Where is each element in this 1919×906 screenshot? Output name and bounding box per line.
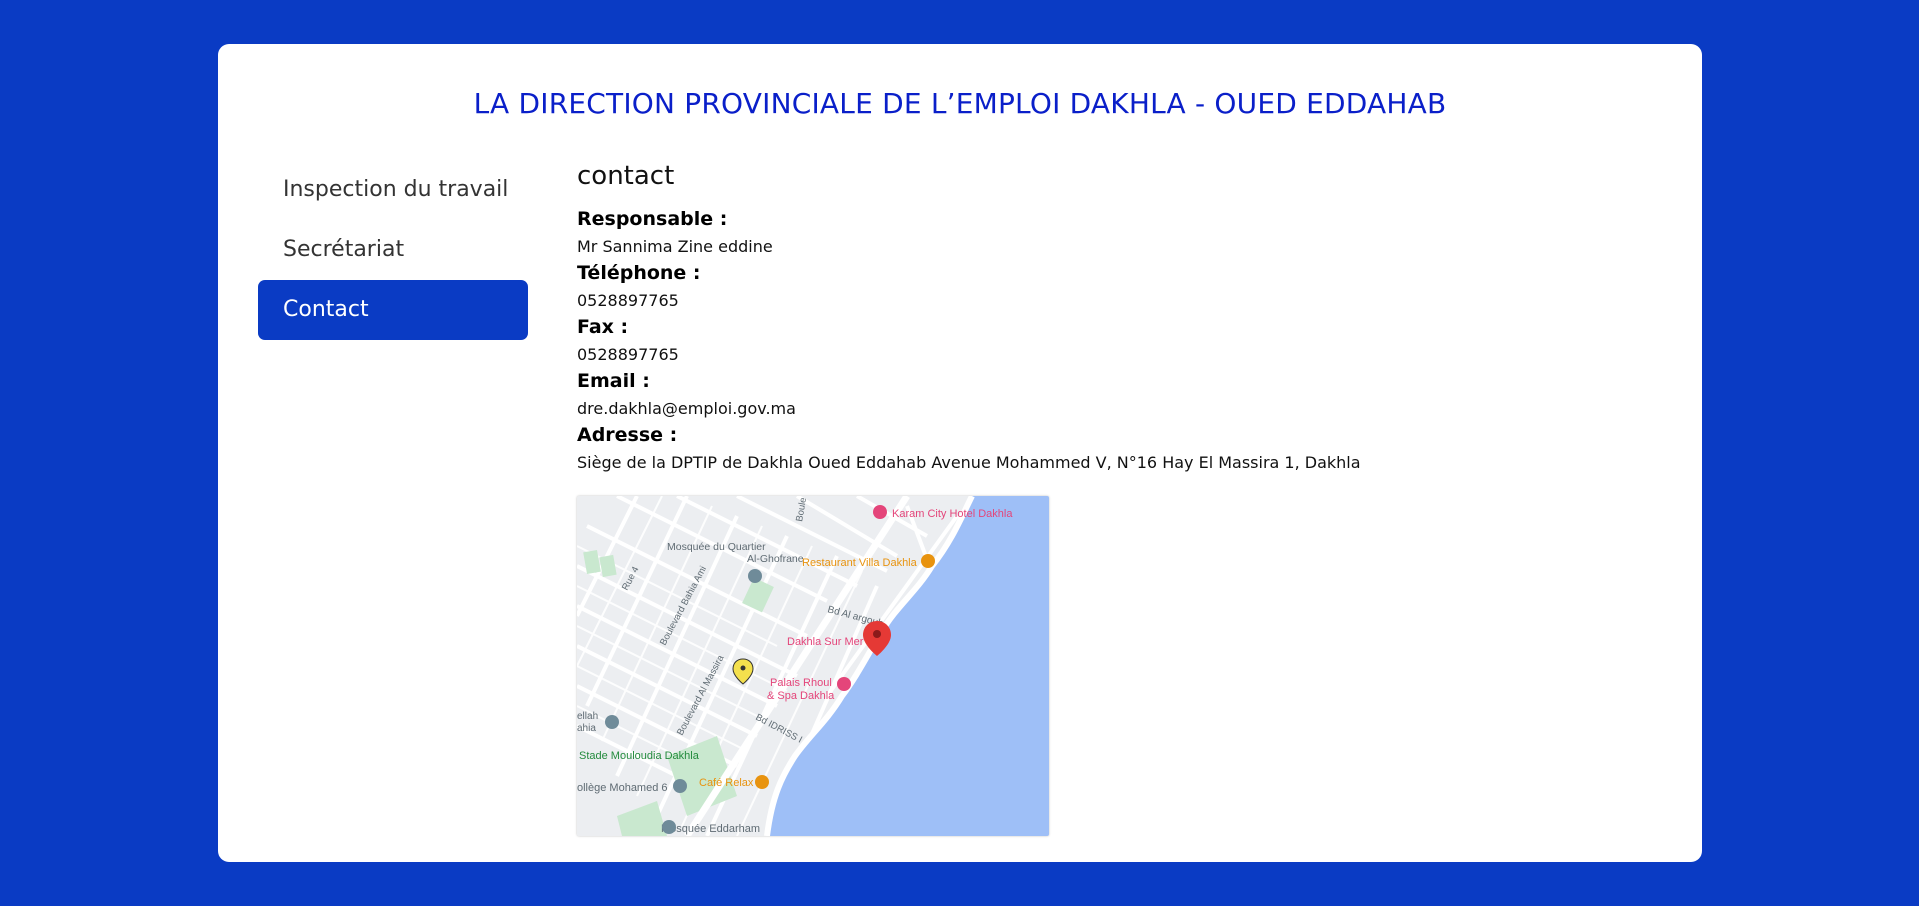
section-title: contact <box>577 161 675 191</box>
sidebar-item-secretariat[interactable]: Secrétariat <box>258 220 528 280</box>
telephone-value: 0528897765 <box>577 290 679 310</box>
sidebar-item-contact[interactable]: Contact <box>258 280 528 340</box>
mosque-icon <box>662 819 676 834</box>
map-label-stade-mouloudia: Stade Mouloudia Dakhla <box>579 750 700 762</box>
contact-panel: contact Responsable : Mr Sannima Zine ed… <box>577 160 1657 836</box>
fax-label: Fax : <box>577 315 629 338</box>
telephone-label: Téléphone : <box>577 261 701 284</box>
location-map[interactable]: Karam City Hotel Dakhla Mosquée du Quart… <box>577 495 1049 836</box>
map-label-restaurant-villa: Restaurant Villa Dakhla <box>802 557 918 569</box>
mosque-icon <box>748 568 762 583</box>
map-label-ahia: ahia <box>577 723 596 734</box>
email-value: dre.dakhla@emploi.gov.ma <box>577 395 1657 422</box>
map-canvas[interactable]: Karam City Hotel Dakhla Mosquée du Quart… <box>577 495 1049 836</box>
email-label: Email : <box>577 369 650 392</box>
main-card: LA DIRECTION PROVINCIALE DE L’EMPLOI DAK… <box>218 44 1702 862</box>
map-label-dakhla-sur-mer: Dakhla Sur Mer <box>787 636 864 648</box>
hotel-icon <box>873 504 887 519</box>
mosque-icon <box>605 714 619 729</box>
map-label-mosquee-eddarham: Mosquée Eddarham <box>661 823 760 835</box>
sidebar-item-inspection-du-travail[interactable]: Inspection du travail <box>258 160 528 220</box>
page-title: LA DIRECTION PROVINCIALE DE L’EMPLOI DAK… <box>473 87 1447 120</box>
email-link[interactable]: dre.dakhla@emploi.gov.ma <box>577 399 796 418</box>
adresse-value: Siège de la DPTIP de Dakhla Oued Eddahab… <box>577 452 1361 472</box>
map-label-ellah: ellah <box>577 711 598 722</box>
map-label-karam: Karam City Hotel Dakhla <box>892 508 1013 520</box>
sidebar-nav: Inspection du travail Secrétariat Contac… <box>258 160 528 340</box>
responsable-value: Mr Sannima Zine eddine <box>577 236 773 256</box>
fax-value: 0528897765 <box>577 344 679 364</box>
map-label-cafe-relax: Café Relax <box>699 777 754 789</box>
map-label-al-ghofrane: Al-Ghofrane <box>747 553 804 565</box>
restaurant-icon <box>921 553 935 568</box>
map-label-palais-rhoul: Palais Rhoul <box>770 677 832 689</box>
map-label-college: ollège Mohamed 6 <box>577 782 668 794</box>
map-label-spa-dakhla: & Spa Dakhla <box>767 690 835 702</box>
map-label-mosquee-quartier: Mosquée du Quartier <box>667 541 766 553</box>
adresse-label: Adresse : <box>577 423 678 446</box>
school-icon <box>673 778 687 793</box>
cafe-icon <box>755 774 769 789</box>
hotel-icon <box>837 676 851 691</box>
responsable-label: Responsable : <box>577 207 728 230</box>
